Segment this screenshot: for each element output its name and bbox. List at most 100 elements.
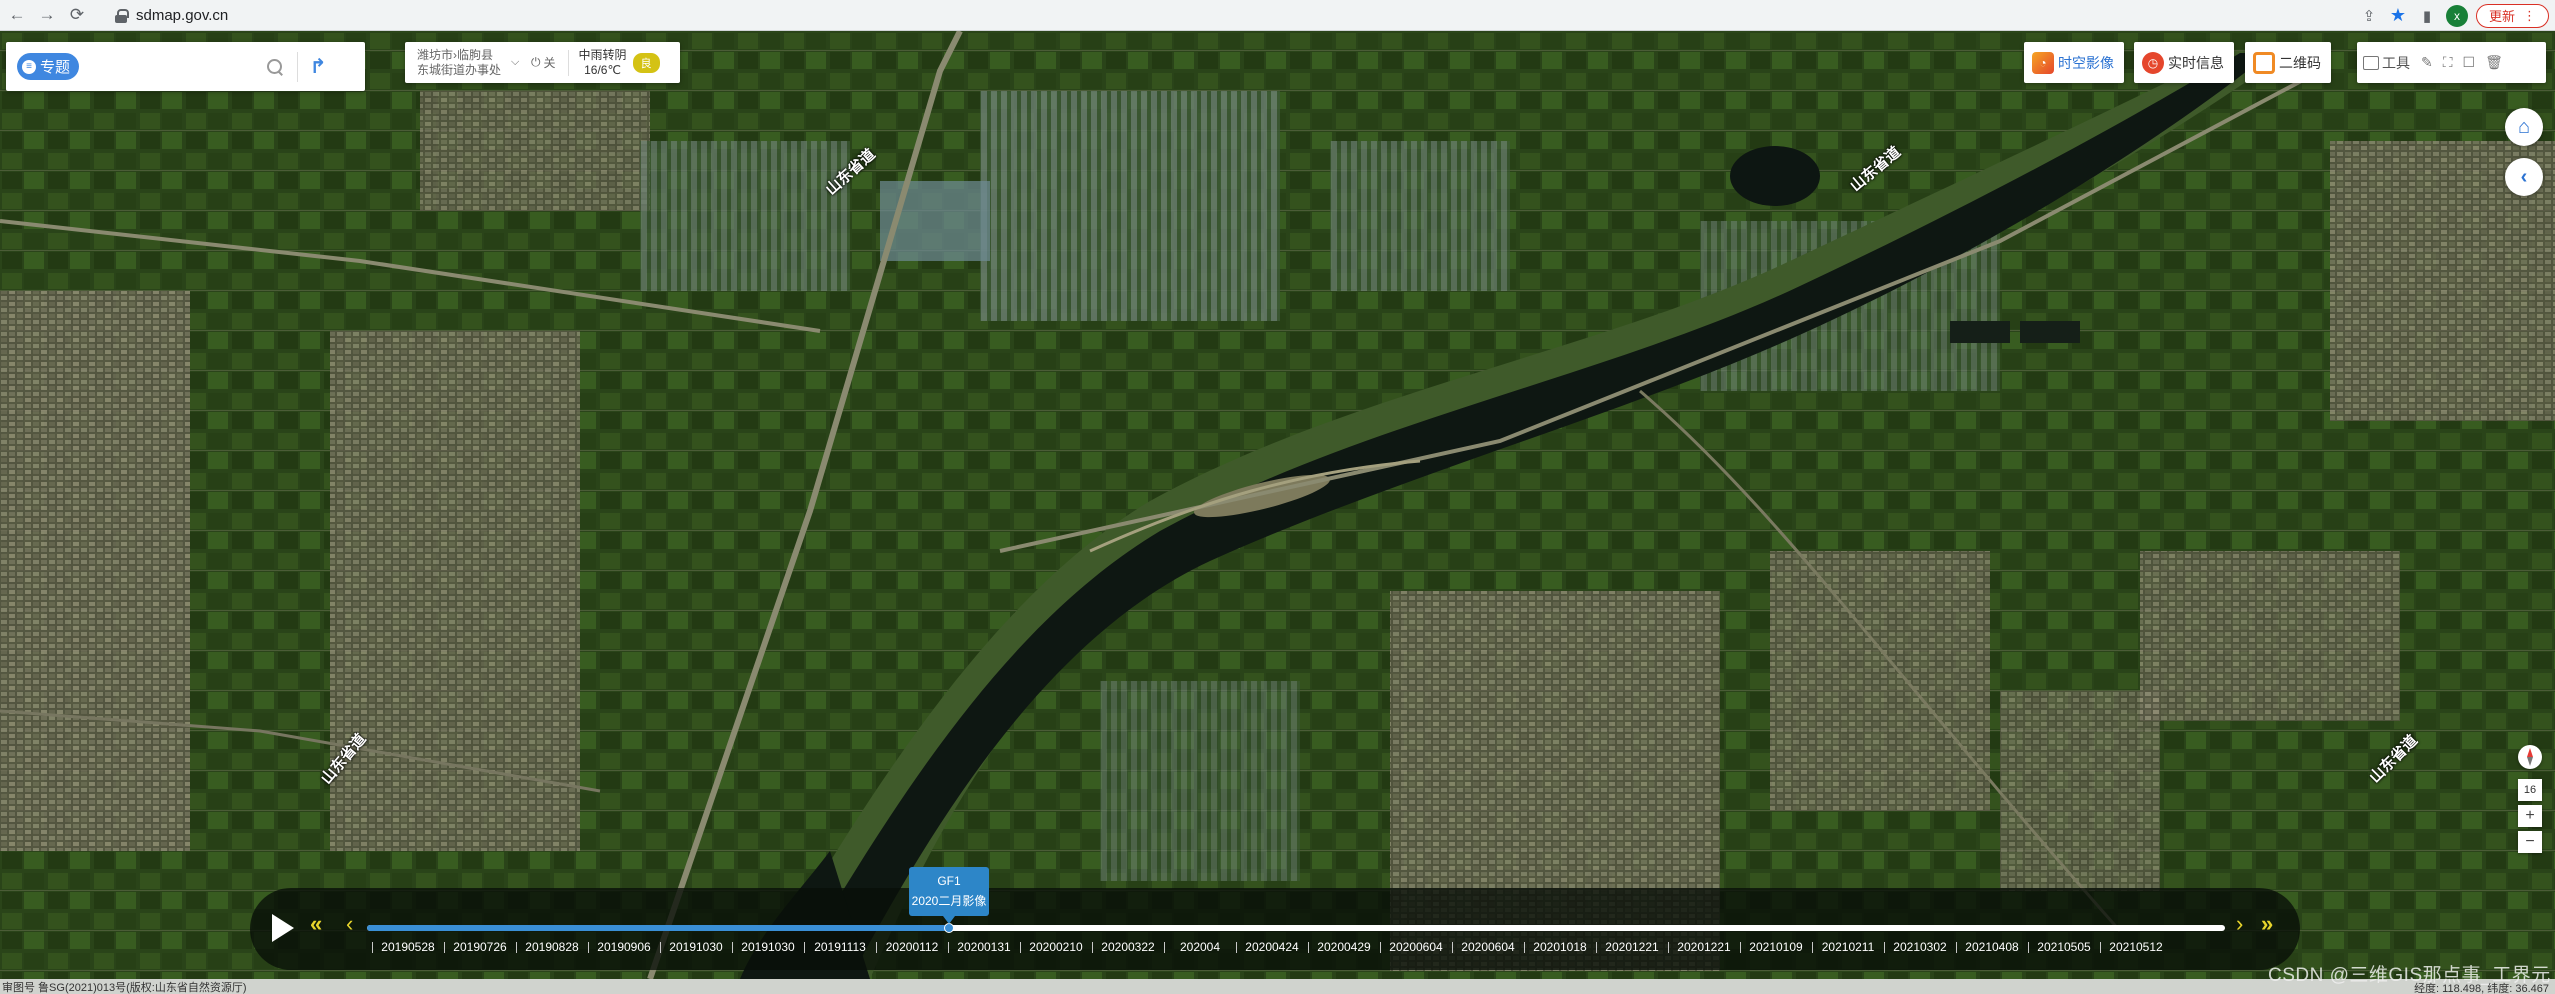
map-copyright: 审图号 鲁SG(2021)013号(版权:山东省自然资源厅) [2,981,247,994]
qrcode-label: 二维码 [2279,54,2321,71]
chevron-down-icon[interactable]: ⌵ [511,56,525,69]
timeline-tooltip: GF1 2020二月影像 [909,867,989,924]
timeline-date-item[interactable]: 20200112 [876,940,948,954]
timeline-date-item[interactable]: 20210302 [1884,940,1956,954]
timeline-date-item[interactable]: 20190528 [372,940,444,954]
timeline-date-item[interactable]: 20200429 [1308,940,1380,954]
timeline-date-item[interactable]: 20210505 [2028,940,2100,954]
coordinate-readout: 经度: 118.498, 纬度: 36.467 [2414,983,2549,994]
imagery-icon: ◔ [2032,51,2054,74]
timeline-date-item[interactable]: 20201221 [1596,940,1668,954]
tools-group: 工具 ✎ ⛶ ☐ 🗑 [2357,42,2546,83]
timeline-date-item[interactable]: 20201018 [1524,940,1596,954]
timeline-date-item[interactable]: 20191030 [660,940,732,954]
status-bar: 审图号 鲁SG(2021)013号(版权:山东省自然资源厅) 经度: 118.4… [0,979,2555,994]
url-text[interactable]: sdmap.gov.cn [136,7,228,24]
imagery-timeline: « ‹ GF1 2020二月影像 20190528 20190726 2019082… [250,867,2300,970]
search-input[interactable] [85,51,264,82]
search-panel: ≡ 专题 ↱ [6,42,365,91]
address-bar[interactable]: sdmap.gov.cn [106,3,2326,28]
topic-label: 专题 [40,59,71,76]
weather-description: 中雨转阴 [578,47,627,62]
tools-button[interactable]: 工具 [2357,53,2416,73]
compass-icon[interactable] [2518,745,2542,769]
tooltip-sensor: GF1 [937,874,961,888]
trash-icon[interactable]: 🗑 [2480,54,2508,71]
zoom-out-button[interactable]: − [2518,831,2542,853]
imagery-button[interactable]: ◔ 时空影像 [2024,42,2124,83]
collapse-button[interactable]: ‹ [2505,158,2543,196]
fast-forward-icon[interactable]: » [2261,913,2273,935]
timeline-date-item[interactable]: 20200604 [1380,940,1452,954]
menu-dots-icon: ⋮ [2523,7,2536,23]
tools-label: 工具 [2382,54,2410,71]
location-line2: 东城街道办事处 [417,62,502,77]
timeline-date-item[interactable]: 20200322 [1092,940,1164,954]
share-icon[interactable]: ⇪ [2356,3,2382,29]
search-icon[interactable] [265,57,285,77]
power-icon: ⏻ [531,55,541,69]
qrcode-icon [2253,51,2275,74]
map-zoom-controls: 16 + − [2518,745,2542,853]
timeline-date-item[interactable]: 20200604 [1452,940,1524,954]
update-label: 更新 [2488,9,2515,24]
realtime-label: 实时信息 [2168,54,2224,71]
timeline-date-item[interactable]: 20210512 [2100,940,2172,954]
timeline-date-item[interactable]: 20190906 [588,940,660,954]
divider [567,49,569,76]
topic-icon: ≡ [22,59,36,74]
timeline-date-item[interactable]: 20190726 [444,940,516,954]
timeline-date-item[interactable]: 20210109 [1740,940,1812,954]
back-arrow-icon[interactable]: ← [4,2,30,28]
timeline-date-item[interactable]: 202004 [1164,940,1236,954]
timeline-handle[interactable] [944,923,954,933]
reload-icon[interactable]: ⟳ [64,2,90,28]
realtime-info-button[interactable]: ◷ 实时信息 [2134,42,2234,83]
timeline-date-item[interactable]: 20191030 [732,940,804,954]
timeline-date-item[interactable]: 20210408 [1956,940,2028,954]
bookmark-star-icon[interactable]: ★ [2385,3,2411,29]
route-icon[interactable]: ↱ [298,47,338,87]
side-panel-icon[interactable]: ▮ [2414,3,2440,29]
qrcode-button[interactable]: 二维码 [2245,42,2331,83]
chevron-left-icon: ‹ [2520,165,2528,188]
profile-avatar[interactable]: x [2445,4,2468,27]
realtime-icon: ◷ [2142,51,2164,74]
air-quality-badge: 良 [632,52,660,73]
location-toggle-label: 关 [543,56,556,70]
step-backward-icon[interactable]: ‹ [346,913,353,935]
toolbox-icon [2363,55,2379,70]
update-button[interactable]: 更新 ⋮ [2475,3,2549,28]
timeline-date-item[interactable]: 20200424 [1236,940,1308,954]
imagery-label: 时空影像 [2058,54,2114,71]
zoom-in-button[interactable]: + [2518,805,2542,827]
weather-info: 中雨转阴 16/6℃ [579,48,627,78]
window-icon[interactable]: ☐ [2458,54,2481,71]
satellite-map[interactable]: 山东省道 山东省道 山东省道 山东省道 [0,31,2555,979]
play-icon[interactable] [266,910,296,946]
timeline-dates: 20190528 20190726 20190828 20190906 20191030… [372,940,2172,954]
timeline-date-item[interactable]: 20200131 [948,940,1020,954]
timeline-progress [367,925,949,931]
satellite-imagery [0,31,2555,979]
fast-backward-icon[interactable]: « [310,913,322,935]
location-region[interactable]: 潍坊市›临朐县 东城街道办事处 [417,48,509,78]
location-weather-panel: 潍坊市›临朐县 东城街道办事处 ⌵ ⏻ 关 中雨转阴 16/6℃ 良 [405,42,680,83]
home-button[interactable]: ⌂ [2505,108,2543,146]
home-icon: ⌂ [2517,115,2531,138]
topic-button[interactable]: ≡ 专题 [17,53,80,80]
timeline-date-item[interactable]: 20210211 [1812,940,1884,954]
timeline-date-item[interactable]: 20191113 [804,940,876,954]
location-toggle[interactable]: ⏻ 关 [531,54,556,71]
weather-temperature: 16/6℃ [584,62,621,77]
timeline-date-item[interactable]: 20200210 [1020,940,1092,954]
zoom-level: 16 [2518,779,2542,801]
tooltip-label: 2020二月影像 [911,894,987,908]
timeline-date-item[interactable]: 20190828 [516,940,588,954]
timeline-date-item[interactable]: 20201221 [1668,940,1740,954]
fullscreen-icon[interactable]: ⛶ [2438,54,2458,71]
step-forward-icon[interactable]: › [2236,913,2243,935]
edit-icon[interactable]: ✎ [2416,54,2438,71]
location-line1: 潍坊市›临朐县 [417,47,493,62]
forward-arrow-icon[interactable]: → [34,2,60,28]
